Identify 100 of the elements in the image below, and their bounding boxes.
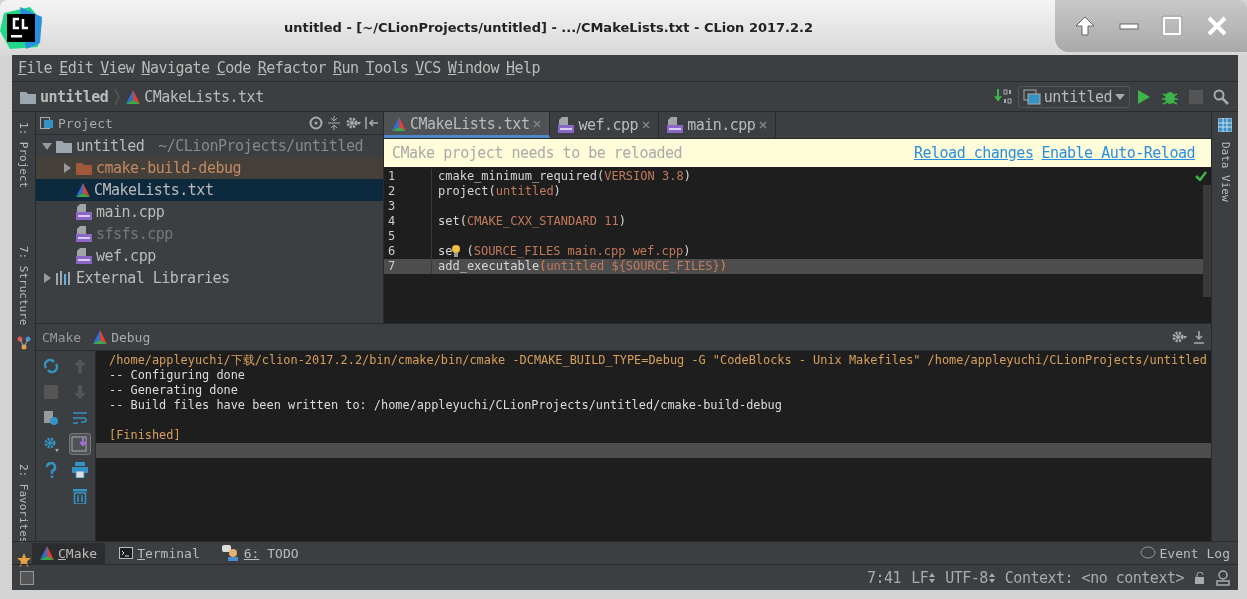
editor-tab[interactable]: wef.cpp	[550, 112, 660, 138]
trash-icon[interactable]	[73, 488, 88, 504]
close-icon[interactable]	[759, 121, 768, 129]
menu-item[interactable]: Tools	[363, 59, 414, 77]
file-settings-icon[interactable]	[42, 410, 59, 426]
line-number: 2	[384, 184, 432, 199]
expanded-arrow-icon[interactable]	[42, 141, 52, 151]
tree-item[interactable]: cmake-build-debug	[36, 157, 383, 179]
menu-item[interactable]: View	[98, 59, 140, 77]
menu-item[interactable]: Refactor	[255, 59, 331, 77]
app-logo-icon	[0, 6, 42, 49]
menu-item[interactable]: Window	[445, 59, 505, 77]
tree-item[interactable]: wef.cpp	[36, 245, 383, 267]
encoding-selector[interactable]: UTF-8	[945, 568, 995, 587]
menu-item[interactable]: Help	[504, 59, 546, 77]
settings-icon[interactable]	[345, 116, 361, 130]
maximize-icon	[1161, 15, 1184, 37]
close-icon[interactable]	[533, 119, 542, 128]
collapse-all-icon[interactable]	[327, 116, 341, 130]
lightbulb-icon[interactable]	[452, 244, 461, 258]
minimize-icon	[1118, 22, 1139, 30]
tool-window-stripe-button[interactable]: 2: Favorites	[17, 459, 30, 548]
event-log-button[interactable]: Event Log	[1131, 542, 1238, 564]
tool-window-title: CMake	[42, 329, 82, 345]
tool-window-stripe-button[interactable]: 1: Project	[17, 118, 30, 193]
collapsed-arrow-icon[interactable]	[62, 163, 72, 173]
triangle-logo-icon	[93, 330, 108, 344]
table-icon[interactable]	[1218, 118, 1232, 132]
tree-item[interactable]: untitled ~/CLionProjects/untitled	[36, 135, 383, 157]
notification-link[interactable]: Reload changes	[914, 144, 1034, 162]
inspector-icon[interactable]	[1216, 569, 1230, 586]
reload-icon[interactable]	[42, 358, 59, 374]
chevron-icon	[114, 87, 121, 106]
menu-item[interactable]: Code	[214, 59, 256, 77]
hide-panel-icon[interactable]	[365, 116, 379, 130]
menu-item[interactable]: Run	[331, 59, 364, 77]
tool-window-stripe-button[interactable]: Data View	[1218, 138, 1232, 206]
line-number: 4	[384, 214, 432, 229]
console-line: [Finished]	[108, 428, 182, 443]
settings-icon[interactable]	[42, 436, 59, 452]
project-icon	[40, 117, 54, 129]
print-icon[interactable]	[72, 462, 89, 478]
console-line: -- Generating done	[108, 383, 239, 398]
checkmark-icon	[1195, 171, 1207, 181]
breadcrumb[interactable]: untitled	[18, 87, 111, 106]
notification-link[interactable]: Enable Auto-Reload	[1041, 144, 1195, 162]
line-separator-selector[interactable]: LF	[911, 568, 936, 587]
structure-icon[interactable]	[16, 335, 31, 350]
caret-icon	[1115, 93, 1125, 100]
triangle-logo-icon	[76, 183, 90, 197]
hide-panel-icon[interactable]	[1193, 330, 1205, 344]
editor-tab[interactable]: CMakeLists.txt	[384, 112, 551, 138]
tree-item[interactable]: CMakeLists.txt	[36, 179, 383, 201]
breadcrumb[interactable]: CMakeLists.txt	[124, 87, 266, 106]
lock-icon[interactable]	[1194, 571, 1206, 584]
close-icon[interactable]	[642, 121, 651, 129]
caret-position[interactable]: 7:41	[867, 568, 902, 587]
tree-item[interactable]: main.cpp	[36, 201, 383, 223]
maximize-button[interactable]	[1159, 13, 1186, 39]
cpp-file-icon	[76, 204, 92, 220]
menu-item[interactable]: File	[16, 59, 58, 77]
run-configuration-dropdown[interactable]: untitled	[1017, 85, 1130, 108]
tool-window-tab[interactable]: Terminal	[111, 542, 208, 564]
editor-tab[interactable]: main.cpp	[659, 112, 777, 138]
line-number: 7	[384, 259, 432, 274]
tree-item[interactable]: External Libraries	[36, 267, 383, 289]
locate-icon[interactable]	[309, 116, 323, 130]
build-icon[interactable]	[993, 88, 1014, 105]
code-line: project(untitled)	[437, 184, 561, 199]
cpp-file-icon	[667, 117, 684, 133]
layout-toggle-icon[interactable]	[20, 570, 34, 585]
minimize-button[interactable]	[1116, 20, 1141, 32]
star-icon[interactable]	[16, 553, 31, 568]
code-line: (SOURCE_FILES main.cpp wef.cpp)	[465, 244, 691, 259]
menu-item[interactable]: VCS	[413, 59, 446, 77]
context-selector[interactable]: Context: <no context>	[1004, 568, 1184, 587]
folder-icon	[56, 139, 72, 153]
code-line: cmake_minimum_required(VERSION 3.8)	[437, 169, 691, 184]
tool-window-tab[interactable]: CMake	[32, 542, 106, 564]
notification-message: CMake project needs to be reloaded	[392, 144, 684, 162]
cpp-file-icon	[76, 226, 92, 242]
cpp-file-icon	[558, 117, 575, 133]
panel-title: Project	[58, 115, 113, 131]
triangle-logo-icon	[126, 89, 141, 104]
settings-icon[interactable]	[1171, 330, 1187, 344]
play-icon	[1137, 88, 1151, 105]
help-icon[interactable]	[44, 462, 57, 478]
scrollbar[interactable]	[1203, 185, 1211, 297]
collapsed-arrow-icon[interactable]	[42, 273, 52, 283]
code-line: se	[437, 244, 453, 259]
window-icon	[1022, 88, 1041, 105]
tool-window-tab[interactable]: 6: TODO	[213, 542, 307, 564]
triangle-logo-icon	[392, 116, 406, 131]
soft-wrap-icon[interactable]	[72, 411, 89, 425]
updown-icon	[929, 572, 936, 583]
tool-window-tab[interactable]: Debug	[87, 328, 157, 346]
tool-window-stripe-button[interactable]: 7: Structure	[17, 242, 30, 330]
menu-item[interactable]: Edit	[57, 59, 99, 77]
window-title: untitled - [~/CLionProjects/untitled] - .../CMakeLists.txt - CLion 2017.2.2	[283, 20, 814, 35]
menu-item[interactable]: Navigate	[139, 59, 215, 77]
